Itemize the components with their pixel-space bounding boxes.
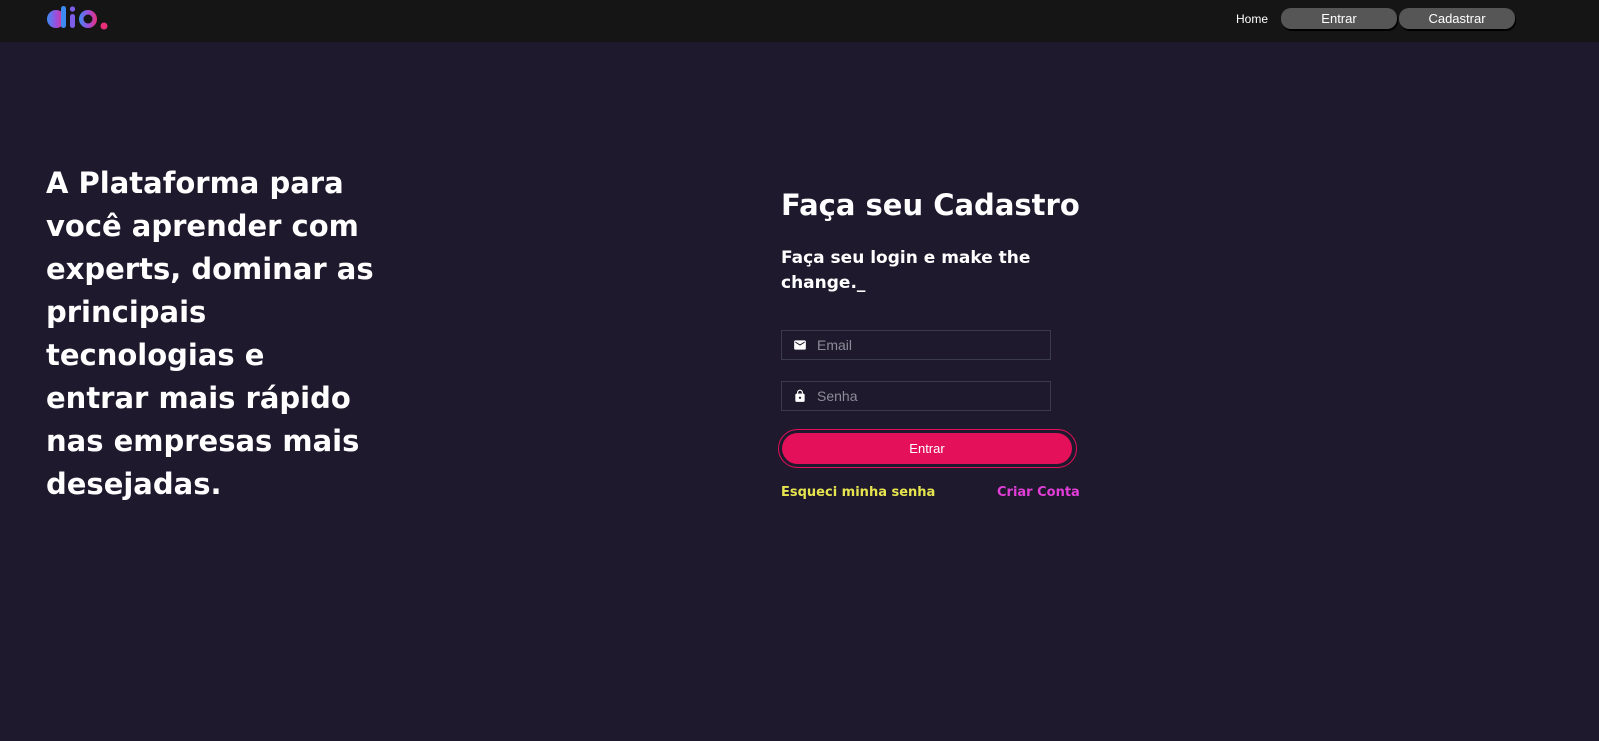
- login-form: Faça seu Cadastro Faça seu login e make …: [778, 186, 1081, 500]
- mail-icon: [794, 340, 806, 350]
- dio-logo-icon[interactable]: [46, 4, 110, 32]
- create-account-link[interactable]: Criar Conta: [997, 485, 1080, 500]
- email-field[interactable]: [781, 330, 1051, 360]
- hero-headline: A Plataforma para você aprender com expe…: [46, 166, 374, 501]
- form-title: Faça seu Cadastro: [781, 188, 1080, 222]
- password-field[interactable]: [781, 381, 1051, 411]
- forgot-password-link[interactable]: Esqueci minha senha: [781, 485, 935, 500]
- lock-icon: [795, 389, 805, 402]
- signup-button[interactable]: Cadastrar: [1399, 8, 1515, 29]
- submit-login-button[interactable]: Entrar: [782, 433, 1072, 464]
- top-navbar: Home Entrar Cadastrar: [0, 0, 1599, 42]
- password-input[interactable]: [817, 388, 1037, 404]
- nav-home-link[interactable]: Home: [1236, 12, 1268, 26]
- login-button[interactable]: Entrar: [1281, 8, 1397, 29]
- form-subtitle: Faça seu login e make the change._: [781, 248, 1031, 293]
- submit-button-outline: Entrar: [778, 429, 1077, 468]
- email-input[interactable]: [817, 337, 1037, 353]
